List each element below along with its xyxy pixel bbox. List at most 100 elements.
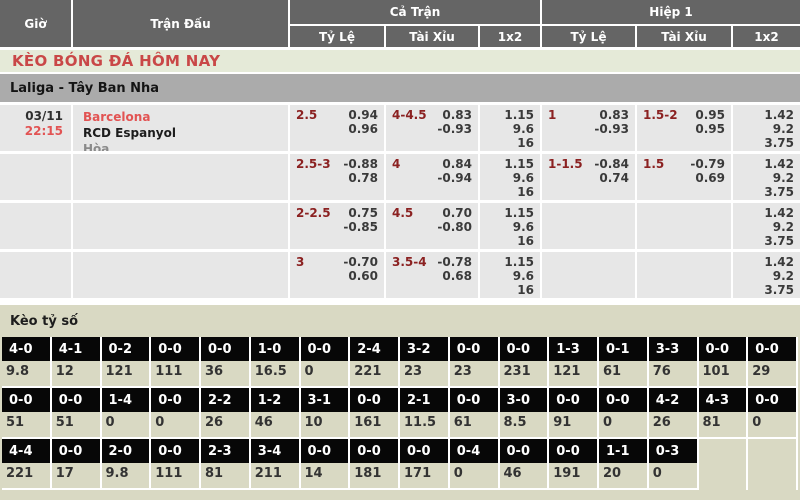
score-bet-cell[interactable]: 2-381 [201,439,251,490]
score-bet-cell[interactable]: 0-0231 [500,337,550,388]
score-bet-cell[interactable]: 0-00 [599,388,649,439]
h1-1x2-cell[interactable]: 1.429.23.75 [733,154,800,200]
score-odds: 26 [649,412,697,439]
odds-row: 03/1122:15BarcelonaRCD EspanyolHòa2.50.9… [0,105,800,151]
score-bet-cell[interactable]: 0-036 [201,337,251,388]
score-bet-cell[interactable]: 0-00 [301,337,351,388]
score-odds: 171 [400,463,448,490]
match-teams-cell [73,154,288,200]
score-bet-cell[interactable]: 2-09.8 [102,439,152,490]
h1-handicap-cell[interactable]: 10.83-0.93 [542,105,635,151]
column-header-fulltime: Cả Trận [290,0,540,24]
odds-rows-container: 03/1122:15BarcelonaRCD EspanyolHòa2.50.9… [0,105,800,298]
ft-1x2-cell[interactable]: 1.159.616 [480,154,540,200]
score-bet-cell[interactable]: 4-226 [649,388,699,439]
ft-handicap-cell[interactable]: 2-2.50.75-0.85 [290,203,384,249]
score-bet-cell[interactable]: 0-061 [450,388,500,439]
odds-value: 16 [480,185,534,199]
score-bet-cell[interactable]: 1-120 [599,439,649,490]
score-odds: 17 [52,463,100,490]
score-odds: 36 [201,361,249,388]
odds-value: 0.60 [296,269,378,283]
score-bet-cell[interactable]: 3-4211 [251,439,301,490]
score-bet-cell[interactable]: 0-40 [450,439,500,490]
score-odds: 121 [102,361,150,388]
odds-value: 3.75 [733,136,794,150]
ft-over-under-cell[interactable]: 4.50.70-0.80 [386,203,478,249]
score-bet-cell[interactable]: 0-0101 [699,337,749,388]
ft-over-under-cell[interactable]: 40.84-0.94 [386,154,478,200]
score-label: 0-0 [500,337,548,361]
score-label: 3-1 [301,388,349,412]
score-bet-cell[interactable]: 0-014 [301,439,351,490]
score-odds: 111 [151,361,199,388]
score-odds: 0 [450,463,498,490]
score-bet-cell[interactable]: 2-4221 [350,337,400,388]
score-bet-cell[interactable]: 3-08.5 [500,388,550,439]
score-bet-cell[interactable]: 2-226 [201,388,251,439]
ft-over-under-cell[interactable]: 3.5-4-0.780.68 [386,252,478,298]
score-label: 0-0 [500,439,548,463]
score-bet-cell[interactable]: 0-0171 [400,439,450,490]
score-bet-cell[interactable]: 1-016.5 [251,337,301,388]
score-bet-cell[interactable]: 0-0111 [151,337,201,388]
score-label: 3-3 [649,337,697,361]
score-odds: 0 [102,412,150,439]
ft-1x2-cell[interactable]: 1.159.616 [480,105,540,151]
score-bet-cell[interactable]: 0-0191 [549,439,599,490]
score-bet-cell[interactable]: 0-046 [500,439,550,490]
score-bet-cell[interactable]: 3-376 [649,337,699,388]
score-bet-cell[interactable]: 4-381 [699,388,749,439]
score-bet-cell[interactable]: 1-3121 [549,337,599,388]
odds-value: -0.80 [392,220,472,234]
score-bet-cell[interactable]: 1-246 [251,388,301,439]
score-label: 0-0 [52,439,100,463]
score-bet-cell[interactable]: 0-051 [52,388,102,439]
odds-row: 2-2.50.75-0.854.50.70-0.801.159.616 1.429… [0,203,800,249]
ft-1x2-cell[interactable]: 1.159.616 [480,252,540,298]
score-bet-cell[interactable]: 0-091 [549,388,599,439]
score-bet-cell[interactable]: 4-4221 [2,439,52,490]
score-bet-cell[interactable]: 0-00 [748,388,798,439]
score-odds: 0 [599,412,647,439]
score-bet-cell[interactable]: 3-223 [400,337,450,388]
h1-over-under-cell[interactable]: 1.5-20.950.95 [637,105,731,151]
score-bet-cell[interactable]: 4-09.8 [2,337,52,388]
ft-over-under-cell[interactable]: 4-4.50.83-0.93 [386,105,478,151]
odds-value: 0.96 [296,122,378,136]
h1-handicap-cell[interactable]: 1-1.5-0.840.74 [542,154,635,200]
league-header[interactable]: Laliga - Tây Ban Nha [0,74,800,102]
score-bet-cell[interactable]: 0-30 [649,439,699,490]
score-bet-cell[interactable]: 0-0181 [350,439,400,490]
match-time-cell [0,154,71,200]
h1-over-under-cell [637,203,731,249]
ft-handicap-cell[interactable]: 2.5-3-0.880.78 [290,154,384,200]
score-bet-cell[interactable]: 0-051 [2,388,52,439]
score-bet-cell[interactable]: 0-023 [450,337,500,388]
score-bet-cell[interactable]: 0-2121 [102,337,152,388]
score-bet-cell[interactable]: 1-40 [102,388,152,439]
h1-1x2-cell[interactable]: 1.429.23.75 [733,105,800,151]
ft-1x2-cell[interactable]: 1.159.616 [480,203,540,249]
h1-1x2-cell[interactable]: 1.429.23.75 [733,252,800,298]
score-bet-cell[interactable]: 0-0111 [151,439,201,490]
score-bet-cell[interactable]: 3-110 [301,388,351,439]
odds-value: 16 [480,234,534,248]
score-bet-cell[interactable]: 0-029 [748,337,798,388]
score-bet-cell[interactable]: 0-00 [151,388,201,439]
score-bet-cell[interactable]: 4-112 [52,337,102,388]
score-bet-cell[interactable]: 2-111.5 [400,388,450,439]
ft-handicap-cell[interactable]: 3-0.700.60 [290,252,384,298]
h1-1x2-cell[interactable]: 1.429.23.75 [733,203,800,249]
score-odds: 221 [2,463,50,490]
score-bet-cell[interactable]: 0-017 [52,439,102,490]
score-label: 0-0 [52,388,100,412]
score-bet-cell[interactable]: 0-0161 [350,388,400,439]
h1-over-under-cell[interactable]: 1.5-0.790.69 [637,154,731,200]
score-odds: 76 [649,361,697,388]
ft-handicap-cell[interactable]: 2.50.940.96 [290,105,384,151]
score-odds: 29 [748,361,796,388]
score-bet-cell[interactable]: 0-161 [599,337,649,388]
score-label: 0-0 [201,337,249,361]
score-row: 4-42210-0172-09.80-01112-3813-42110-0140… [0,439,800,490]
